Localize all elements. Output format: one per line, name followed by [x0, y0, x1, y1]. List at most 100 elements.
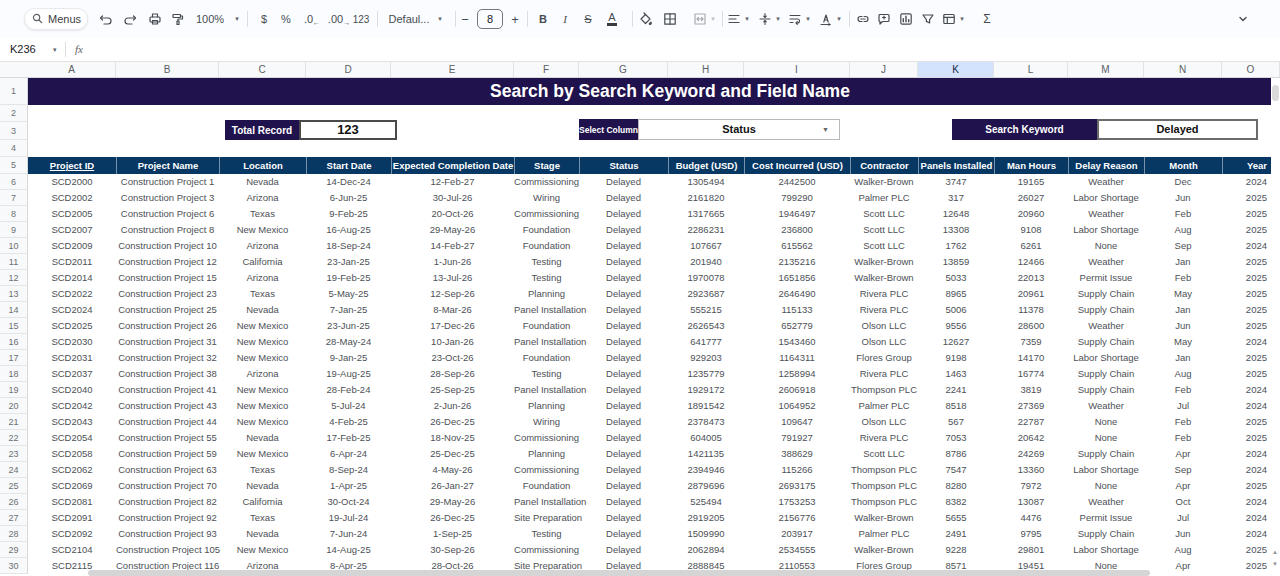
cell[interactable]: Thompson PLC — [850, 494, 918, 510]
cell[interactable]: Supply Chain — [1068, 286, 1144, 302]
cell[interactable]: Walker-Brown — [850, 542, 918, 558]
cell[interactable]: Weather — [1068, 398, 1144, 414]
cell[interactable]: 525494 — [668, 494, 744, 510]
cell[interactable]: Jun — [1144, 318, 1222, 334]
cell[interactable]: Texas — [219, 206, 306, 222]
cell[interactable]: SCD2092 — [28, 526, 116, 542]
cell[interactable]: SCD2024 — [28, 302, 116, 318]
cell[interactable]: Testing — [514, 366, 579, 382]
cell[interactable]: 929203 — [668, 350, 744, 366]
cell[interactable]: Site Preparation — [514, 510, 579, 526]
vertical-scrollbar-track[interactable] — [1271, 78, 1280, 576]
cell[interactable]: 2241 — [918, 382, 994, 398]
column-header-E[interactable]: E — [391, 62, 514, 77]
cell[interactable]: 22013 — [994, 270, 1068, 286]
cell[interactable]: 3747 — [918, 174, 994, 190]
fill-color-icon[interactable] — [632, 0, 658, 38]
cell[interactable]: Delayed — [579, 478, 668, 494]
cell[interactable]: 1509990 — [668, 526, 744, 542]
cell[interactable]: 5-May-25 — [306, 286, 391, 302]
decrease-decimal-button[interactable]: .0← — [299, 0, 325, 38]
cell[interactable]: 7-Jan-25 — [306, 302, 391, 318]
row-header-30[interactable]: 30 — [0, 558, 28, 574]
cell[interactable]: SCD2002 — [28, 190, 116, 206]
cell[interactable]: 2534555 — [744, 542, 850, 558]
cell[interactable]: Construction Project 41 — [116, 382, 219, 398]
cell[interactable]: 2378473 — [668, 414, 744, 430]
cell[interactable]: Dec — [1144, 174, 1222, 190]
cell[interactable]: SCD2043 — [28, 414, 116, 430]
cell[interactable]: California — [219, 494, 306, 510]
cell[interactable]: 19-Feb-25 — [306, 270, 391, 286]
cell[interactable]: 115266 — [744, 462, 850, 478]
format-percent-button[interactable]: % — [273, 0, 299, 38]
cell[interactable]: Delayed — [579, 318, 668, 334]
cell[interactable]: None — [1068, 430, 1144, 446]
cell[interactable]: SCD2081 — [28, 494, 116, 510]
table-header-cell[interactable]: Month — [1144, 157, 1222, 174]
cell[interactable]: 30-Sep-26 — [391, 542, 514, 558]
cell[interactable]: 23-Jan-25 — [306, 254, 391, 270]
cell[interactable]: SCD2091 — [28, 510, 116, 526]
cell[interactable]: SCD2000 — [28, 174, 116, 190]
cell[interactable]: Delayed — [579, 174, 668, 190]
cell[interactable]: Delayed — [579, 414, 668, 430]
cell[interactable]: 2161820 — [668, 190, 744, 206]
cell[interactable]: 115133 — [744, 302, 850, 318]
cell[interactable]: Thompson PLC — [850, 382, 918, 398]
cell[interactable]: Construction Project 63 — [116, 462, 219, 478]
cell[interactable]: Construction Project 44 — [116, 414, 219, 430]
cell[interactable]: 7547 — [918, 462, 994, 478]
cell[interactable]: 29801 — [994, 542, 1068, 558]
column-header-O[interactable]: O — [1222, 62, 1280, 77]
cell[interactable]: Commissioning — [514, 542, 579, 558]
table-header-cell[interactable]: Panels Installed — [918, 157, 994, 174]
hide-toolbar-icon[interactable] — [1230, 0, 1256, 38]
cell[interactable]: Construction Project 82 — [116, 494, 219, 510]
cell[interactable]: Walker-Brown — [850, 174, 918, 190]
cell[interactable]: 2693175 — [744, 478, 850, 494]
cell[interactable]: 317 — [918, 190, 994, 206]
cell[interactable]: SCD2014 — [28, 270, 116, 286]
cell[interactable]: 28600 — [994, 318, 1068, 334]
cell[interactable]: 1-Sep-25 — [391, 526, 514, 542]
cell[interactable]: May — [1144, 286, 1222, 302]
cell[interactable]: Aug — [1144, 222, 1222, 238]
cell[interactable]: Walker-Brown — [850, 270, 918, 286]
cell[interactable]: 9108 — [994, 222, 1068, 238]
cell[interactable]: 2919205 — [668, 510, 744, 526]
cell[interactable]: Feb — [1144, 382, 1222, 398]
column-header-F[interactable]: F — [514, 62, 579, 77]
sheet-title-banner[interactable]: Search by Search Keyword and Field Name — [28, 78, 1280, 105]
cell[interactable]: 2442500 — [744, 174, 850, 190]
cell[interactable]: 1946497 — [744, 206, 850, 222]
cell[interactable]: 615562 — [744, 238, 850, 254]
column-header-C[interactable]: C — [219, 62, 306, 77]
cell[interactable]: 13087 — [994, 494, 1068, 510]
cell[interactable]: SCD2037 — [28, 366, 116, 382]
cell[interactable]: Delayed — [579, 462, 668, 478]
cell[interactable]: Supply Chain — [1068, 382, 1144, 398]
menus-button[interactable]: Menus — [24, 8, 88, 30]
cell[interactable]: 567 — [918, 414, 994, 430]
cell[interactable]: 29-May-26 — [391, 222, 514, 238]
cell[interactable]: 5033 — [918, 270, 994, 286]
column-header-K[interactable]: K — [918, 62, 994, 77]
cell[interactable]: 791927 — [744, 430, 850, 446]
cell[interactable]: Foundation — [514, 350, 579, 366]
cell[interactable]: Construction Project 23 — [116, 286, 219, 302]
cell[interactable]: Construction Project 31 — [116, 334, 219, 350]
cell[interactable]: Delayed — [579, 334, 668, 350]
cell[interactable]: Thompson PLC — [850, 478, 918, 494]
cell[interactable]: Scott LLC — [850, 206, 918, 222]
cell[interactable]: 20-Oct-26 — [391, 206, 514, 222]
cell[interactable]: 20642 — [994, 430, 1068, 446]
cell[interactable]: 26-Dec-25 — [391, 414, 514, 430]
cell[interactable]: 9-Jan-25 — [306, 350, 391, 366]
cell[interactable]: Panel Installation — [514, 302, 579, 318]
cell[interactable]: Rivera PLC — [850, 286, 918, 302]
cell[interactable]: 1762 — [918, 238, 994, 254]
cell[interactable]: 13360 — [994, 462, 1068, 478]
cell[interactable]: Delayed — [579, 510, 668, 526]
cell[interactable]: Construction Project 105 — [116, 542, 219, 558]
